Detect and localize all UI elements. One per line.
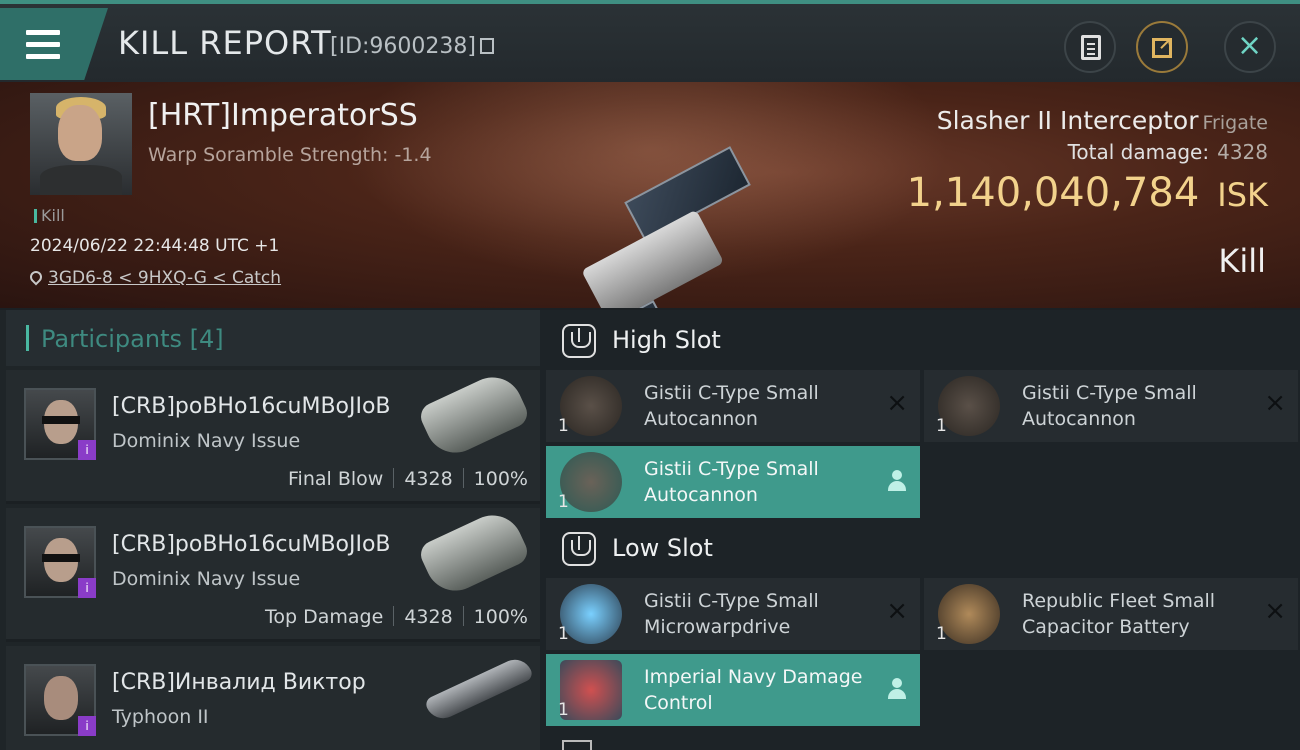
participant-avatar: i: [24, 664, 96, 736]
ship-class: Frigate: [1202, 112, 1268, 134]
isk-amount: 1,140,040,784: [906, 170, 1200, 216]
close-icon: ×: [1237, 28, 1263, 63]
participant-avatar: i: [24, 388, 96, 460]
kill-datetime: 2024/06/22 22:44:48 UTC +1: [30, 236, 280, 256]
module-name: Republic Fleet Small Capacitor Battery: [1022, 590, 1216, 638]
high-slot-label: High Slot: [612, 326, 721, 354]
module-qty: 1: [558, 700, 569, 720]
page-title: KILL REPORT: [118, 24, 332, 62]
participant-name: [CRB]poBHo16cuMBoJIoB: [112, 532, 391, 557]
participant-name: [CRB]poBHo16cuMBoJIoB: [112, 394, 391, 419]
autocannon-icon: [560, 376, 622, 436]
participant-damage: 4328: [404, 468, 453, 490]
destroyed-icon: ×: [1264, 596, 1286, 626]
capacitor-battery-icon: [938, 584, 1000, 644]
share-button[interactable]: [1136, 21, 1188, 73]
participant-ship: Typhoon II: [112, 706, 209, 728]
module-qty: 1: [558, 492, 569, 512]
clipboard-button[interactable]: [1064, 21, 1116, 73]
module-item[interactable]: 1 Gistii C-Type Small Microwarpdrive ×: [546, 578, 920, 650]
result-label: Kill: [1218, 242, 1266, 280]
report-id: [ID:9600238]: [330, 34, 494, 59]
participant-name: [CRB]Инвалид Виктор: [112, 670, 366, 695]
participant-ship-image: [416, 505, 532, 601]
destroyed-icon: ×: [886, 596, 908, 626]
location-text[interactable]: 3GD6-8 < 9HXQ-G < Catch: [48, 268, 281, 288]
info-badge-icon: i: [78, 578, 96, 598]
low-slot-header: Low Slot: [546, 520, 1296, 578]
close-button[interactable]: ×: [1224, 21, 1276, 73]
ship-name: Slasher II Interceptor: [936, 106, 1199, 135]
module-name: Gistii C-Type Small Microwarpdrive: [644, 590, 819, 638]
report-id-text: [ID:9600238]: [330, 34, 476, 59]
mid-slot-icon: [562, 740, 592, 750]
destroyed-icon: ×: [886, 388, 908, 418]
isk-value: 1,140,040,784 ISK: [907, 170, 1268, 216]
participant-percent: 100%: [473, 468, 528, 490]
participant-percent: 100%: [473, 606, 528, 628]
module-name: Gistii C-Type Small Autocannon: [1022, 382, 1197, 430]
share-icon: [1152, 35, 1172, 58]
autocannon-icon: [938, 376, 1000, 436]
participant-role: Top Damage: [265, 606, 384, 628]
participant-row[interactable]: i [CRB]Инвалид Виктор Typhoon II: [6, 646, 540, 750]
fitting-panel: High Slot 1 Gistii C-Type Small Autocann…: [540, 310, 1300, 750]
module-item[interactable]: 1 Gistii C-Type Small Autocannon ×: [924, 370, 1298, 442]
total-damage-value: 4328: [1217, 140, 1268, 164]
participants-label: Participants [4]: [26, 325, 224, 353]
participant-damage: 4328: [404, 606, 453, 628]
participant-row[interactable]: i [CRB]poBHo16cuMBoJIoB Dominix Navy Iss…: [6, 367, 540, 504]
pilot-icon: [888, 470, 906, 492]
total-damage: Total damage: 4328: [1068, 140, 1268, 164]
info-badge-icon: i: [78, 716, 96, 736]
low-slot-label: Low Slot: [612, 534, 713, 562]
module-name: Gistii C-Type Small Autocannon: [644, 382, 819, 430]
module-item[interactable]: 1 Republic Fleet Small Capacitor Battery…: [924, 578, 1298, 650]
victim-panel: [HRT]ImperatorSS Warp Soramble Strength:…: [0, 82, 1300, 308]
damage-control-icon: [560, 660, 622, 720]
participant-avatar: i: [24, 526, 96, 598]
location-pin-icon: [27, 268, 45, 286]
warp-scramble-strength: Warp Soramble Strength: -1.4: [148, 144, 432, 166]
participants-header: Participants [4]: [6, 310, 540, 366]
kill-location[interactable]: 3GD6-8 < 9HXQ-G < Catch: [27, 268, 281, 288]
destroyed-icon: ×: [1264, 388, 1286, 418]
module-qty: 1: [558, 624, 569, 644]
copy-icon[interactable]: [480, 38, 494, 54]
low-slot-icon: [562, 532, 596, 566]
menu-button[interactable]: [0, 8, 108, 80]
victim-name[interactable]: [HRT]ImperatorSS: [148, 98, 418, 133]
participants-panel: Participants [4] i [CRB]poBHo16cuMBoJIoB…: [0, 310, 540, 750]
total-damage-label: Total damage:: [1067, 140, 1210, 164]
autocannon-icon: [560, 452, 622, 512]
kill-tag: Kill: [34, 206, 65, 225]
pilot-icon: [888, 678, 906, 700]
hamburger-icon: [26, 30, 60, 66]
module-qty: 1: [936, 416, 947, 436]
participant-ship-image: [423, 653, 535, 725]
victim-portrait[interactable]: [30, 93, 132, 195]
module-item[interactable]: 1 Imperial Navy Damage Control: [546, 654, 920, 726]
high-slot-header: High Slot: [546, 312, 1296, 370]
top-bar: KILL REPORT [ID:9600238] ×: [0, 0, 1300, 82]
microwarpdrive-icon: [560, 584, 622, 644]
victim-ship[interactable]: Slasher II Interceptor Frigate: [937, 106, 1268, 135]
module-qty: 1: [936, 624, 947, 644]
module-item[interactable]: 1 Gistii C-Type Small Autocannon: [546, 446, 920, 518]
participant-role: Final Blow: [288, 468, 384, 490]
participant-stats: Final Blow 4328 100%: [288, 468, 528, 490]
participant-stats: Top Damage 4328 100%: [265, 606, 528, 628]
module-item[interactable]: 1 Gistii C-Type Small Autocannon ×: [546, 370, 920, 442]
participant-ship-image: [416, 367, 532, 463]
high-slot-icon: [562, 324, 596, 358]
module-name: Imperial Navy Damage Control: [644, 666, 863, 714]
info-badge-icon: i: [78, 440, 96, 460]
isk-unit: ISK: [1217, 176, 1268, 214]
participant-ship: Dominix Navy Issue: [112, 568, 301, 590]
module-name: Gistii C-Type Small Autocannon: [644, 458, 819, 506]
participant-row[interactable]: i [CRB]poBHo16cuMBoJIoB Dominix Navy Iss…: [6, 505, 540, 642]
participant-ship: Dominix Navy Issue: [112, 430, 301, 452]
clipboard-icon: [1081, 35, 1101, 60]
module-qty: 1: [558, 416, 569, 436]
